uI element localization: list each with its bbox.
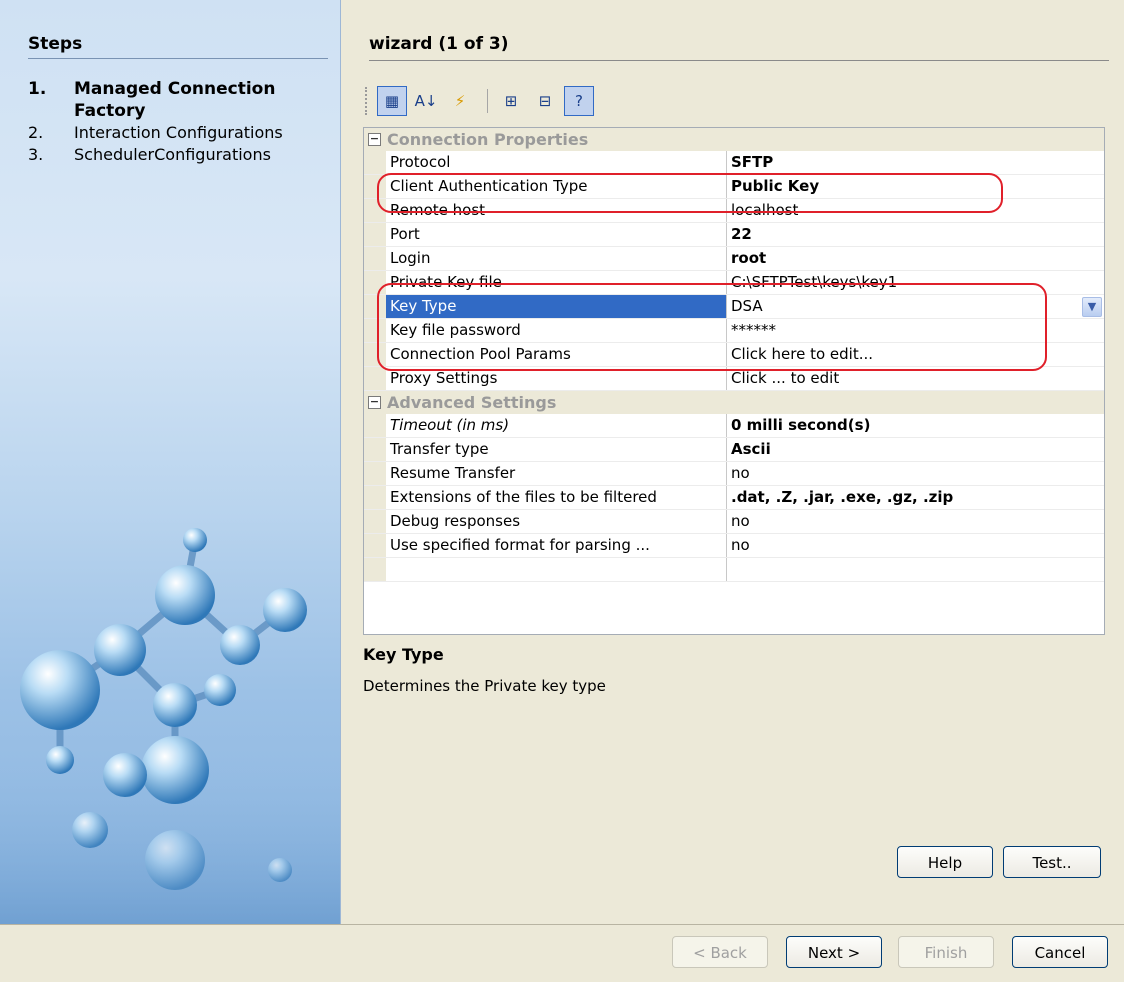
property-row-empty (364, 558, 1104, 582)
property-name: Remote host (386, 199, 727, 222)
collapse-toggle-icon[interactable]: − (368, 396, 381, 409)
steps-panel: Steps 1. Managed Connection Factory 2. I… (0, 0, 341, 924)
property-row-debug-responses[interactable]: Debug responses no (364, 510, 1104, 534)
chevron-down-icon[interactable]: ▼ (1082, 297, 1102, 317)
step-number: 3. (28, 145, 44, 164)
property-row-key-type[interactable]: Key Type DSA ▼ (364, 295, 1104, 319)
property-row-transfer-type[interactable]: Transfer type Ascii (364, 438, 1104, 462)
property-row-timeout[interactable]: Timeout (in ms) 0 milli second(s) (364, 414, 1104, 438)
property-value[interactable]: root (727, 247, 1104, 270)
molecule-illustration (0, 528, 340, 924)
property-row-login[interactable]: Login root (364, 247, 1104, 271)
property-value[interactable]: no (727, 510, 1104, 533)
collapse-icon[interactable]: ⊟ (530, 86, 560, 116)
steps-header: Steps (28, 34, 328, 59)
toolbar-grip (365, 87, 371, 115)
property-name: Resume Transfer (386, 462, 727, 485)
property-value (727, 558, 1104, 581)
step-label: Managed Connection Factory (74, 79, 276, 121)
step-item-scheduler-configurations: 3. SchedulerConfigurations (20, 144, 294, 166)
property-name: Timeout (in ms) (386, 414, 727, 437)
expand-icon[interactable]: ⊞ (496, 86, 526, 116)
property-row-port[interactable]: Port 22 (364, 223, 1104, 247)
property-row-key-file-password[interactable]: Key file password ****** (364, 319, 1104, 343)
property-value[interactable]: SFTP (727, 151, 1104, 174)
main-panel: wizard (1 of 3) ▦ A↓ ⚡ ⊞ ⊟ ? − Connectio… (341, 0, 1124, 924)
property-value[interactable]: 0 milli second(s) (727, 414, 1104, 437)
back-button[interactable]: < Back (672, 936, 768, 968)
property-name: Transfer type (386, 438, 727, 461)
property-row-remote-host[interactable]: Remote host localhost (364, 199, 1104, 223)
property-row-client-authentication-type[interactable]: Client Authentication Type Public Key (364, 175, 1104, 199)
help-view-icon[interactable]: ? (564, 86, 594, 116)
step-item-interaction-configurations: 2. Interaction Configurations (20, 122, 294, 144)
property-value[interactable]: Public Key (727, 175, 1104, 198)
step-label: Interaction Configurations (74, 123, 283, 142)
property-name: Extensions of the files to be filtered (386, 486, 727, 509)
category-label: Advanced Settings (387, 393, 557, 412)
property-value[interactable]: no (727, 534, 1104, 557)
next-button[interactable]: Next > (786, 936, 882, 968)
property-name: Use specified format for parsing ... (386, 534, 727, 557)
property-name (386, 558, 727, 581)
property-name: Key file password (386, 319, 727, 342)
step-number: 2. (28, 123, 44, 142)
property-name: Debug responses (386, 510, 727, 533)
property-row-protocol[interactable]: Protocol SFTP (364, 151, 1104, 175)
events-icon[interactable]: ⚡ (445, 86, 475, 116)
property-value[interactable]: Click here to edit... (727, 343, 1104, 366)
property-value[interactable]: Click ... to edit (727, 367, 1104, 390)
help-button[interactable]: Help (897, 846, 993, 878)
step-number: 1. (28, 79, 47, 99)
category-label: Connection Properties (387, 130, 589, 149)
finish-button[interactable]: Finish (898, 936, 994, 968)
property-row-resume-transfer[interactable]: Resume Transfer no (364, 462, 1104, 486)
toolbar-separator (487, 89, 488, 113)
wizard-button-bar: < Back Next > Finish Cancel (0, 924, 1124, 982)
step-item-managed-connection-factory: 1. Managed Connection Factory (20, 78, 294, 122)
property-row-private-key-file[interactable]: Private Key file C:\SFTPTest\keys\key1 (364, 271, 1104, 295)
property-sheet: − Connection Properties Protocol SFTP Cl… (363, 127, 1105, 635)
property-name: Key Type (386, 295, 727, 318)
collapse-toggle-icon[interactable]: − (368, 133, 381, 146)
property-value[interactable]: C:\SFTPTest\keys\key1 (727, 271, 1104, 294)
property-name: Proxy Settings (386, 367, 727, 390)
property-value[interactable]: ****** (727, 319, 1104, 342)
property-toolbar: ▦ A↓ ⚡ ⊞ ⊟ ? (365, 84, 598, 118)
cancel-button[interactable]: Cancel (1012, 936, 1108, 968)
category-advanced-settings[interactable]: − Advanced Settings (364, 391, 1104, 414)
property-name: Login (386, 247, 727, 270)
property-value[interactable]: Ascii (727, 438, 1104, 461)
property-row-connection-pool-params[interactable]: Connection Pool Params Click here to edi… (364, 343, 1104, 367)
test-button[interactable]: Test.. (1003, 846, 1101, 878)
property-name: Private Key file (386, 271, 727, 294)
property-name: Connection Pool Params (386, 343, 727, 366)
property-name: Port (386, 223, 727, 246)
property-row-parsing-format[interactable]: Use specified format for parsing ... no (364, 534, 1104, 558)
description-text: Determines the Private key type (363, 677, 606, 695)
property-value[interactable]: localhost (727, 199, 1104, 222)
property-row-extensions-filter[interactable]: Extensions of the files to be filtered .… (364, 486, 1104, 510)
categorized-icon[interactable]: ▦ (377, 86, 407, 116)
property-name: Client Authentication Type (386, 175, 727, 198)
property-value[interactable]: .dat, .Z, .jar, .exe, .gz, .zip (727, 486, 1104, 509)
key-type-value: DSA (731, 297, 763, 315)
property-value[interactable]: 22 (727, 223, 1104, 246)
step-label: SchedulerConfigurations (74, 145, 271, 164)
property-value[interactable]: DSA ▼ (727, 295, 1104, 318)
wizard-title: wizard (1 of 3) (369, 34, 1109, 61)
property-value[interactable]: no (727, 462, 1104, 485)
property-name: Protocol (386, 151, 727, 174)
sort-alpha-icon[interactable]: A↓ (411, 86, 441, 116)
category-connection-properties[interactable]: − Connection Properties (364, 128, 1104, 151)
description-title: Key Type (363, 645, 444, 664)
steps-list: 1. Managed Connection Factory 2. Interac… (20, 78, 294, 166)
property-row-proxy-settings[interactable]: Proxy Settings Click ... to edit (364, 367, 1104, 391)
